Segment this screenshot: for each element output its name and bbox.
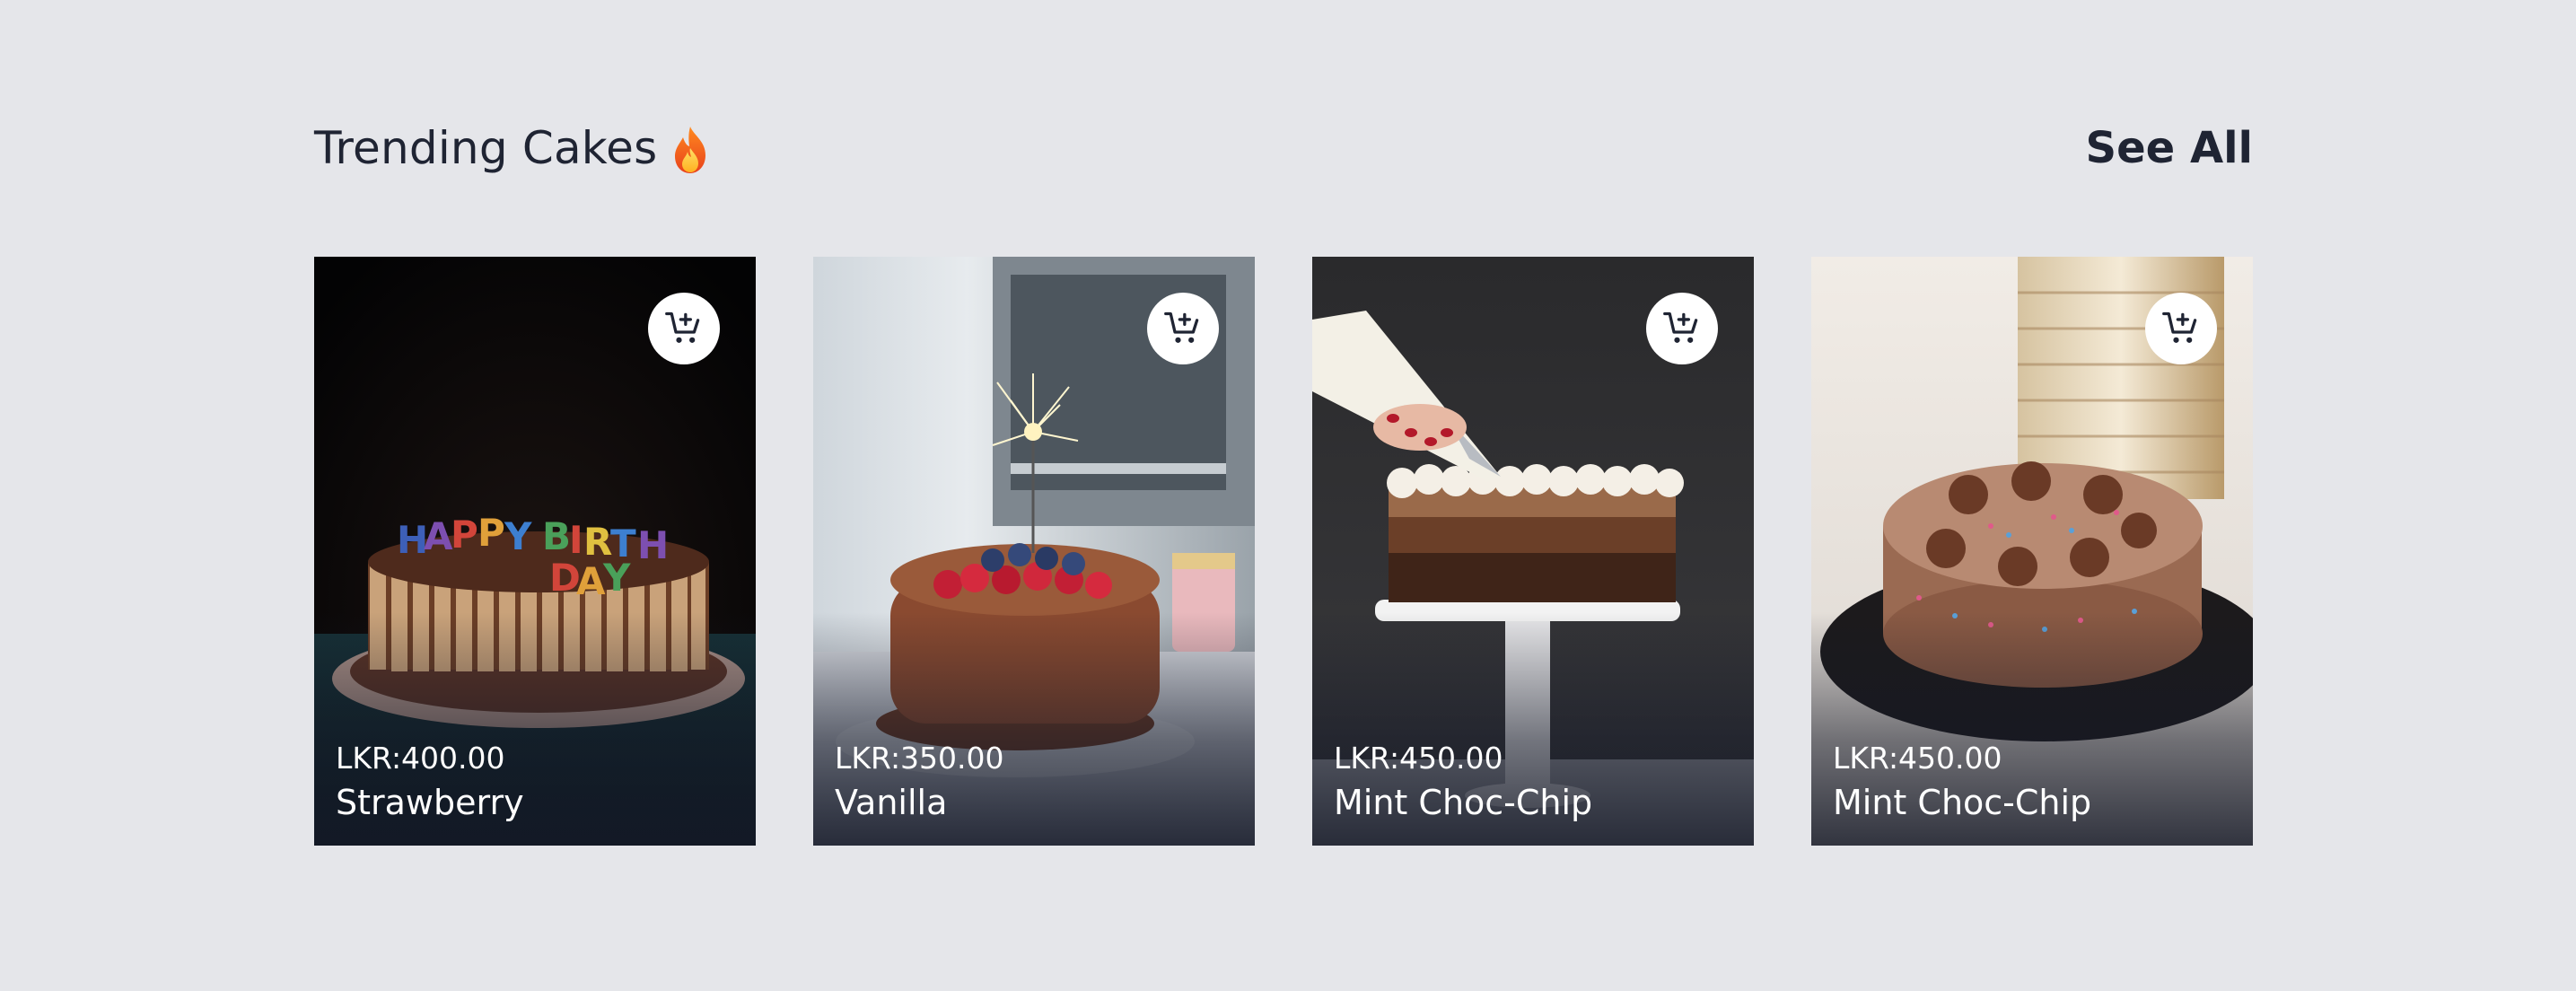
add-to-cart-button[interactable] xyxy=(1147,293,1219,364)
card-price: LKR:400.00 xyxy=(336,741,505,776)
section-title: Trending Cakes xyxy=(314,122,658,174)
add-to-cart-button[interactable] xyxy=(2145,293,2217,364)
svg-text:H: H xyxy=(637,523,669,567)
add-to-cart-icon xyxy=(1164,311,1199,343)
card-name: Mint Choc-Chip xyxy=(1833,783,2092,822)
cake-card-strawberry[interactable]: H A P P Y B I R T H D A Y LKR:400.00 Str… xyxy=(314,257,756,846)
svg-text:Y: Y xyxy=(504,514,532,558)
see-all-link[interactable]: See All xyxy=(2086,117,2253,180)
add-to-cart-button[interactable] xyxy=(648,293,720,364)
section-title-wrap: Trending Cakes xyxy=(314,117,711,180)
card-name: Mint Choc-Chip xyxy=(1334,783,1593,822)
svg-text:B: B xyxy=(542,514,571,558)
add-to-cart-icon xyxy=(665,311,700,343)
svg-text:A: A xyxy=(576,559,606,603)
add-to-cart-icon xyxy=(2162,311,2197,343)
card-name: Vanilla xyxy=(835,783,948,822)
section-header: Trending Cakes See All xyxy=(314,117,2253,180)
card-price: LKR:450.00 xyxy=(1334,741,1503,776)
svg-text:P: P xyxy=(451,513,478,557)
fire-icon xyxy=(670,125,711,175)
cake-cards: H A P P Y B I R T H D A Y LKR:400.00 Str… xyxy=(314,257,2253,846)
add-to-cart-button[interactable] xyxy=(1646,293,1718,364)
cake-card-vanilla[interactable]: LKR:350.00 Vanilla xyxy=(813,257,1255,846)
svg-text:Y: Y xyxy=(602,556,631,600)
card-price: LKR:450.00 xyxy=(1833,741,2002,776)
svg-text:A: A xyxy=(424,514,453,558)
card-name: Strawberry xyxy=(336,783,524,822)
cake-card-mint-choc-chip[interactable]: LKR:450.00 Mint Choc-Chip xyxy=(1312,257,1754,846)
cake-card-mint-choc-chip-2[interactable]: LKR:450.00 Mint Choc-Chip xyxy=(1811,257,2253,846)
add-to-cart-icon xyxy=(1663,311,1698,343)
card-price: LKR:350.00 xyxy=(835,741,1004,776)
trending-cakes-section: Trending Cakes See All H A P P Y B I R T… xyxy=(314,0,2253,991)
svg-text:P: P xyxy=(478,511,505,555)
